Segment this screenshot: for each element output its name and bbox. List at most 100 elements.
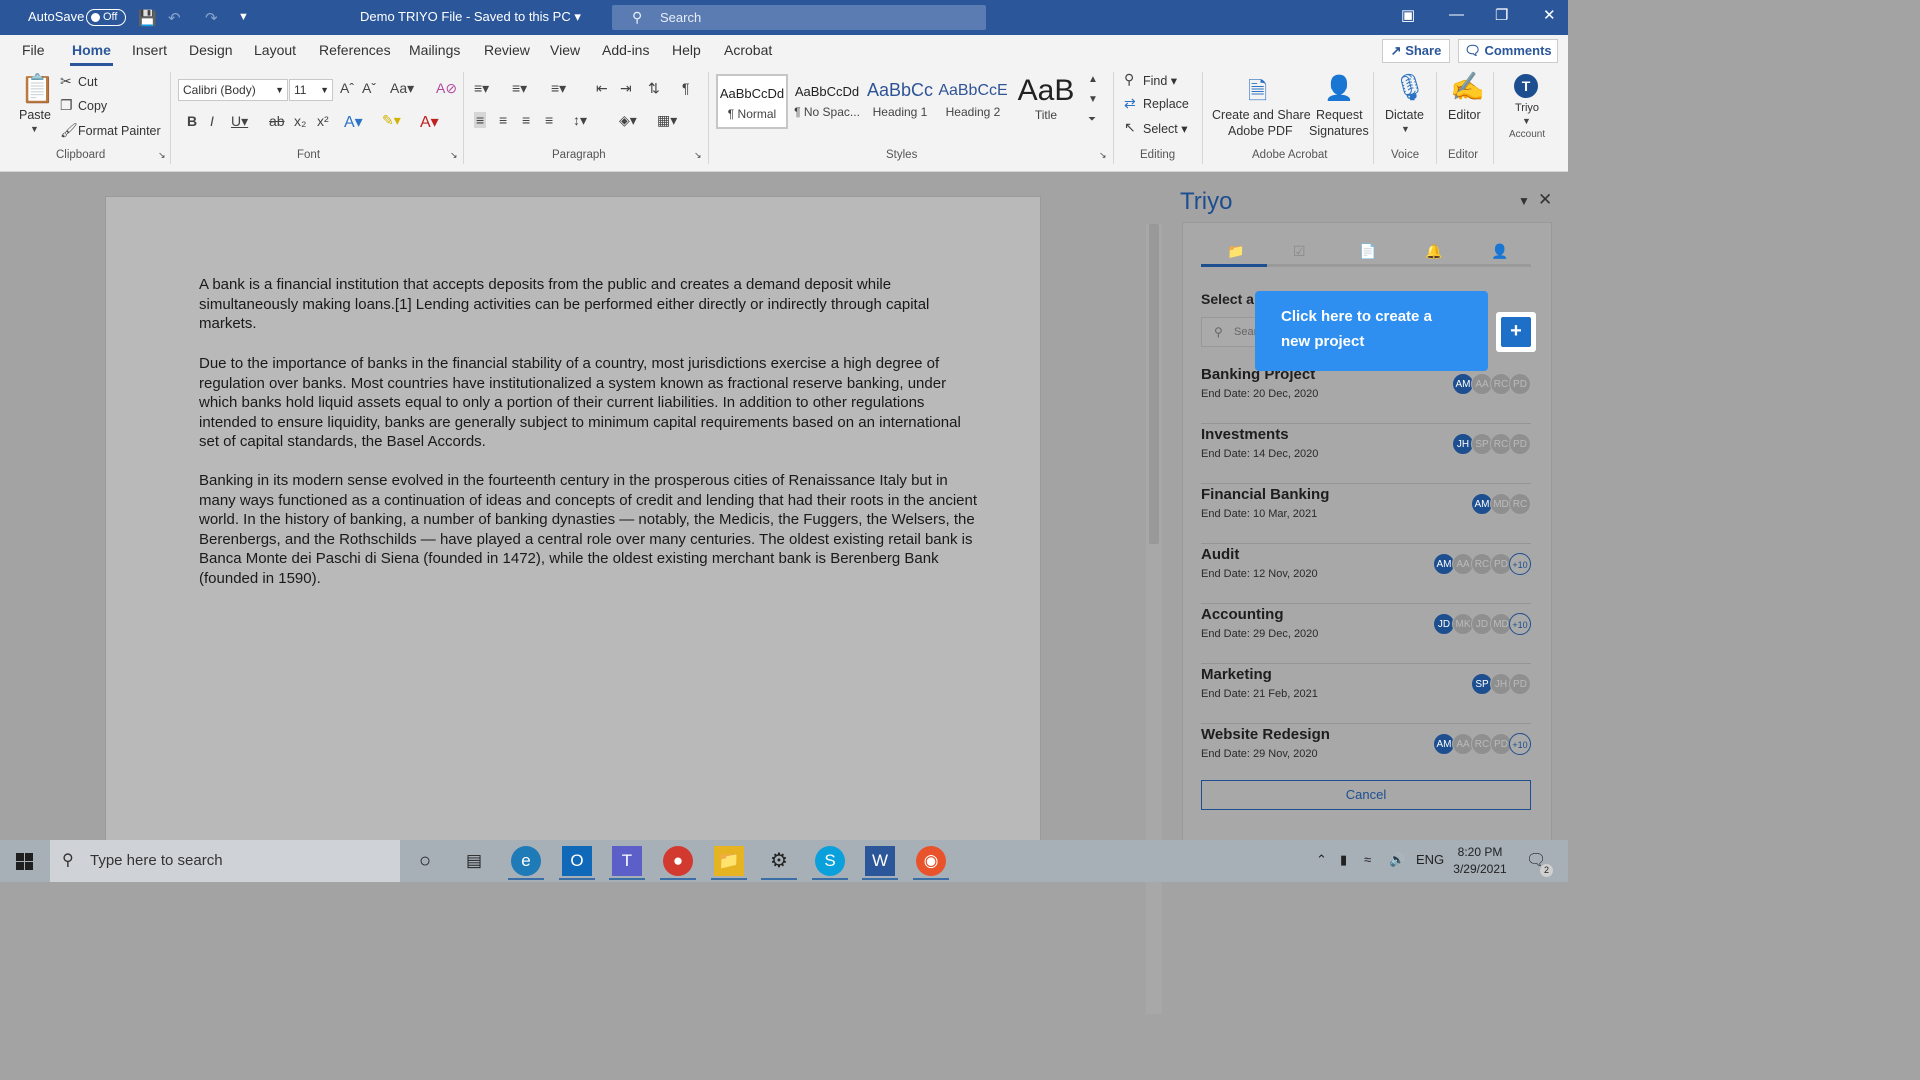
tab-design[interactable]: Design [189,42,233,58]
format-painter-button[interactable]: Format Painter [78,124,161,138]
triyo-logo-icon[interactable]: T [1514,74,1538,98]
document-title[interactable]: Demo TRIYO File - Saved to this PC ▾ [360,9,581,25]
styles-launcher-icon[interactable]: ↘ [1099,150,1107,161]
tab-insert[interactable]: Insert [132,42,167,58]
bullets-icon[interactable]: ≡▾ [474,80,489,97]
volume-icon[interactable]: 🔊 [1389,852,1405,868]
avatar-more-count[interactable]: +10 [1509,733,1531,755]
signatures-label[interactable]: Signatures [1309,124,1369,138]
tab-review[interactable]: Review [484,42,530,58]
windows-start-icon[interactable] [16,853,33,870]
project-item-accounting[interactable]: Accounting End Date: 29 Dec, 2020 +10 MD… [1201,606,1531,664]
taskbar-clock[interactable]: 8:20 PM 3/29/2021 [1440,844,1520,878]
search-box[interactable]: ⚲ Search [612,5,986,30]
superscript-icon[interactable]: x² [317,113,329,129]
cut-icon[interactable]: ✂ [60,73,72,90]
tab-help[interactable]: Help [672,42,701,58]
share-button[interactable]: ↗ Share [1382,39,1450,63]
request-label[interactable]: Request [1316,108,1363,122]
font-name-combo[interactable]: Calibri (Body) ▼ [178,79,288,101]
underline-icon[interactable]: U▾ [231,113,248,130]
paragraph-2[interactable]: Due to the importance of banks in the fi… [199,354,979,452]
comments-button[interactable]: 🗨 Comments [1458,39,1558,63]
line-spacing-icon[interactable]: ↕▾ [573,112,587,129]
font-size-combo[interactable]: 11 ▼ [289,79,333,101]
request-signatures-icon[interactable]: 👤 [1324,74,1354,103]
styles-scroll-up-icon[interactable]: ▲ [1088,74,1098,85]
firefox-icon[interactable]: ◉ [916,846,946,876]
format-painter-icon[interactable]: 🖌 [60,122,78,139]
project-item-marketing[interactable]: Marketing End Date: 21 Feb, 2021 PD JH S… [1201,666,1531,724]
align-right-icon[interactable]: ≡ [522,112,530,128]
editor-pen-icon[interactable]: ✍ [1450,70,1485,103]
style-normal[interactable]: AaBbCcDd ¶ Normal [716,74,788,129]
avatar-more-count[interactable]: +10 [1509,553,1531,575]
styles-more-icon[interactable]: ⏷ [1088,114,1096,125]
wifi-icon[interactable]: ≈ [1364,852,1371,867]
microphone-icon[interactable]: 🎙 [1393,72,1426,103]
paragraph-1[interactable]: A bank is a financial institution that a… [199,275,979,334]
tab-view[interactable]: View [550,42,580,58]
select-button[interactable]: Select ▾ [1143,121,1188,136]
cut-button[interactable]: Cut [78,75,97,89]
highlight-icon[interactable]: ✎▾ [382,112,401,129]
subscript-icon[interactable]: x₂ [294,113,306,129]
dictate-dropdown-icon[interactable]: ▼ [1401,124,1410,134]
paragraph-launcher-icon[interactable]: ↘ [694,150,702,161]
shrink-font-icon[interactable]: Aˇ [362,80,376,96]
numbering-icon[interactable]: ≡▾ [512,80,527,97]
show-hidden-icons-icon[interactable]: ⌃ [1316,852,1327,868]
bold-icon[interactable]: B [187,113,197,129]
pane-options-icon[interactable]: ▼ [1518,194,1530,208]
paste-icon[interactable]: 📋 [20,72,55,105]
select-icon[interactable]: ↖ [1124,119,1136,136]
clear-formatting-icon[interactable]: A⊘ [436,80,457,97]
strikethrough-icon[interactable]: ab [269,113,285,129]
create-share-label[interactable]: Create and Share [1212,108,1311,122]
font-launcher-icon[interactable]: ↘ [450,150,458,161]
find-icon[interactable]: ⚲ [1124,71,1134,88]
cortana-icon[interactable]: ○ [410,846,440,876]
editor-button[interactable]: Editor [1448,108,1481,122]
settings-gear-icon[interactable]: ⚙ [764,846,794,876]
pane-close-icon[interactable]: ✕ [1538,190,1552,210]
text-effects-icon[interactable]: A▾ [344,112,363,132]
chrome-icon[interactable]: ● [663,846,693,876]
project-item-website-redesign[interactable]: Website Redesign End Date: 29 Nov, 2020 … [1201,726,1531,784]
undo-icon[interactable]: ↶ [168,9,181,27]
triyo-button[interactable]: Triyo [1515,102,1539,114]
tab-file[interactable]: File [22,42,45,58]
copy-button[interactable]: Copy [78,99,107,113]
copy-icon[interactable]: ❐ [60,97,73,114]
customize-toolbar-icon[interactable]: ▼ [238,11,249,23]
dictate-button[interactable]: Dictate [1385,108,1424,122]
redo-icon[interactable]: ↷ [205,9,218,27]
tab-layout[interactable]: Layout [254,42,296,58]
change-case-icon[interactable]: Aa▾ [390,80,414,97]
task-view-icon[interactable]: ▤ [459,846,489,876]
project-item-audit[interactable]: Audit End Date: 12 Nov, 2020 +10 PD RC A… [1201,546,1531,604]
project-item-investments[interactable]: Investments End Date: 14 Dec, 2020 PD RC… [1201,426,1531,484]
italic-icon[interactable]: I [210,113,214,129]
restore-icon[interactable]: ❐ [1495,6,1508,24]
increase-indent-icon[interactable]: ⇥ [620,80,632,97]
justify-icon[interactable]: ≡ [545,112,553,128]
decrease-indent-icon[interactable]: ⇤ [596,80,608,97]
paste-dropdown-icon[interactable]: ▼ [30,124,39,134]
autosave-toggle[interactable]: Off [86,9,126,26]
paste-button[interactable]: Paste [19,108,51,122]
create-project-button[interactable]: + [1501,317,1531,347]
avatar-more-count[interactable]: +10 [1509,613,1531,635]
save-icon[interactable]: 💾 [138,9,157,27]
clipboard-launcher-icon[interactable]: ↘ [158,150,166,161]
vertical-scrollbar[interactable] [1146,224,1162,1014]
taskbar-search[interactable]: ⚲ Type here to search [50,840,400,882]
user-icon[interactable]: 👤 [1491,243,1508,260]
replace-button[interactable]: Replace [1143,97,1189,111]
folder-icon[interactable]: 📁 [1227,243,1244,260]
outlook-icon[interactable]: O [562,846,592,876]
multilevel-list-icon[interactable]: ≡▾ [551,80,566,97]
style-title[interactable]: AaB Title [1010,74,1082,129]
project-item-financial-banking[interactable]: Financial Banking End Date: 10 Mar, 2021… [1201,486,1531,544]
battery-icon[interactable]: ▮ [1340,852,1347,868]
